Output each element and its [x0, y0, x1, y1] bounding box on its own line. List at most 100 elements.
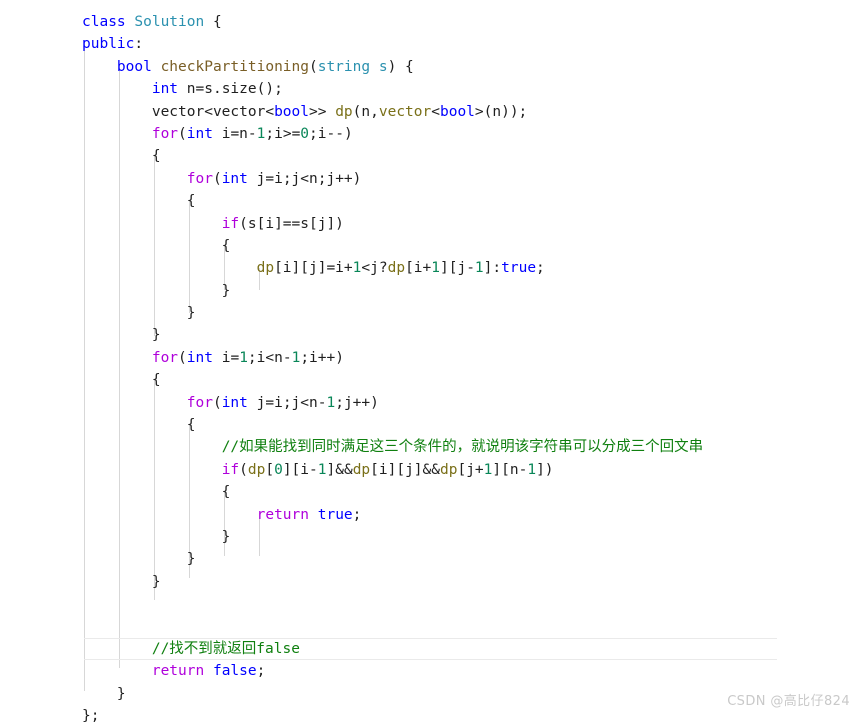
code-token: false [212, 663, 257, 680]
code-token: >(n)); [474, 103, 528, 120]
code-line[interactable]: if(dp[0][i-1]&&dp[i][j]&&dp[j+1][n-1]) [0, 459, 868, 481]
code-token: int [221, 394, 248, 411]
code-line[interactable]: { [0, 235, 868, 257]
code-token: ;i>= [265, 125, 301, 142]
code-token: ; [256, 663, 266, 680]
code-token: vector [378, 103, 432, 120]
code-line[interactable] [0, 593, 868, 615]
code-line[interactable]: class Solution { [0, 11, 868, 33]
code-token: [i][j]=i+ [274, 260, 353, 277]
code-line[interactable]: } [0, 526, 868, 548]
code-token: ( [239, 461, 248, 478]
code-token: int [186, 349, 213, 366]
code-token: ; [536, 260, 545, 277]
code-token: 1 [291, 349, 301, 366]
code-token: bool [116, 58, 152, 75]
code-token: { [82, 193, 196, 210]
code-token: ) { [387, 58, 414, 75]
code-token: bool [274, 103, 309, 120]
code-token: ( [212, 170, 222, 187]
code-line[interactable]: dp[i][j]=i+1<j?dp[i+1][j-1]:true; [0, 257, 868, 279]
code-line[interactable]: vector<vector<bool>> dp(n,vector<bool>(n… [0, 101, 868, 123]
code-token: { [82, 417, 196, 434]
code-token: public [82, 36, 135, 53]
code-token: for [186, 170, 213, 187]
code-token: ; [352, 506, 362, 523]
code-token: } [82, 551, 196, 568]
code-line[interactable]: } [0, 548, 868, 570]
code-token: ( [212, 394, 222, 411]
code-token: j=i;j<n- [247, 394, 327, 411]
code-token: true [501, 260, 537, 277]
code-line[interactable]: } [0, 280, 868, 302]
code-token: i= [212, 349, 240, 366]
code-token: ][i- [282, 461, 318, 478]
code-token: 1 [527, 461, 537, 478]
code-token: ( [178, 349, 187, 366]
code-token: dp [387, 260, 406, 277]
code-line[interactable]: if(s[i]==s[j]) [0, 213, 868, 235]
code-token: s [378, 58, 388, 75]
code-line[interactable]: for(int i=n-1;i>=0;i--) [0, 123, 868, 145]
code-token: <j? [361, 260, 388, 277]
code-token: dp [256, 260, 275, 277]
code-editor[interactable]: class Solution {public: bool checkPartit… [0, 0, 868, 724]
code-line[interactable]: { [0, 481, 868, 503]
code-token: ( [178, 125, 187, 142]
code-token: dp [352, 461, 371, 478]
code-token: ;i<n- [247, 349, 292, 366]
code-token: vector<vector< [82, 103, 275, 120]
code-token: for [151, 125, 179, 142]
code-token: } [82, 327, 161, 344]
code-token: ][j- [440, 260, 475, 277]
code-token: //如果能找到同时满足这三个条件的，就说明该字符串可以分成三个回文串 [221, 439, 704, 456]
code-line[interactable]: for(int j=i;j<n;j++) [0, 168, 868, 190]
code-token: { [82, 237, 231, 254]
code-token: //找不到就返回false [151, 640, 300, 657]
code-line[interactable]: //找不到就返回false [0, 637, 868, 661]
code-line[interactable]: int n=s.size(); [0, 78, 868, 100]
code-token: } [82, 305, 196, 322]
code-line[interactable]: { [0, 369, 868, 391]
code-token: n=s.size(); [178, 81, 283, 98]
code-line[interactable]: { [0, 414, 868, 436]
code-token: i=n- [212, 125, 257, 142]
code-token: [i+ [405, 260, 432, 277]
code-token: string [317, 58, 371, 75]
code-line[interactable]: public: [0, 33, 868, 55]
code-token: [i][j]&& [370, 461, 440, 478]
code-line[interactable]: return false; [0, 660, 868, 682]
code-line[interactable]: } [0, 571, 868, 593]
code-token: } [82, 573, 161, 590]
code-token: } [82, 528, 231, 545]
code-line[interactable]: bool checkPartitioning(string s) { [0, 56, 868, 78]
code-line[interactable]: for(int i=1;i<n-1;i++) [0, 347, 868, 369]
code-line[interactable]: for(int j=i;j<n-1;j++) [0, 392, 868, 414]
code-token: dp [335, 103, 353, 120]
code-line[interactable] [0, 616, 868, 638]
code-token: < [431, 103, 440, 120]
code-line[interactable]: //如果能找到同时满足这三个条件的，就说明该字符串可以分成三个回文串 [0, 436, 868, 458]
code-token: (n, [352, 103, 379, 120]
code-token: int [151, 81, 179, 98]
code-token: bool [439, 103, 475, 120]
code-content[interactable]: class Solution {public: bool checkPartit… [0, 11, 868, 728]
code-token: 1 [239, 349, 248, 366]
code-line[interactable]: } [0, 302, 868, 324]
code-line[interactable]: { [0, 190, 868, 212]
code-line[interactable]: } [0, 324, 868, 346]
code-token: { [204, 14, 222, 30]
code-token: : [134, 36, 144, 53]
code-line[interactable]: { [0, 145, 868, 167]
code-line[interactable]: return true; [0, 504, 868, 526]
code-token: }; [82, 708, 100, 725]
